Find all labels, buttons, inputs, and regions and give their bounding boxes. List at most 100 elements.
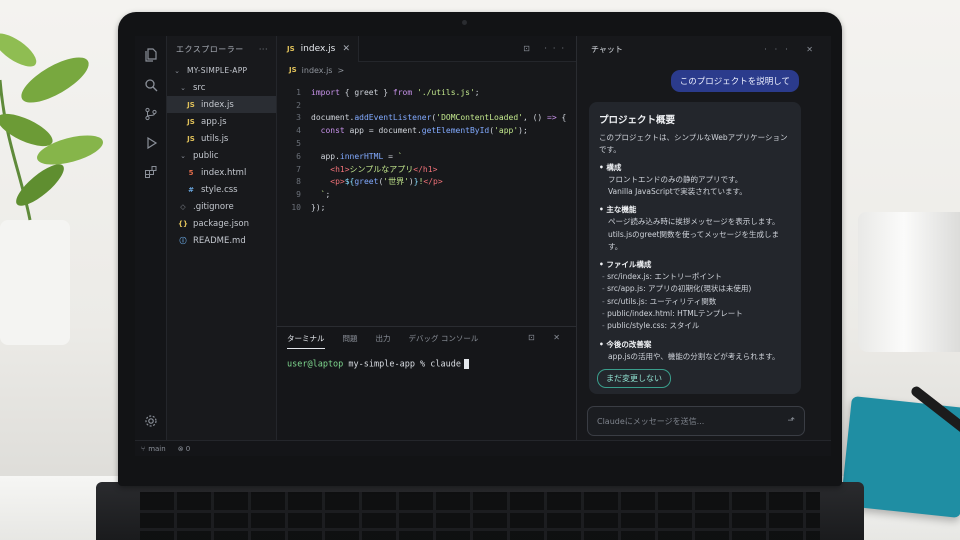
keyboard [140, 492, 820, 540]
section-title: 構成 [599, 162, 791, 174]
file-tree-label: utils.js [201, 133, 229, 144]
explorer-header: エクスプローラー ··· [167, 36, 276, 62]
section-body: フロントエンドのみの静的アプリです。 Vanilla JavaScriptで実装… [608, 175, 747, 197]
file-tree-label: src [193, 82, 206, 93]
file-tree-label: app.js [201, 116, 227, 127]
chat-header: チャット ··· ✕ [577, 36, 831, 62]
file-tree-item[interactable]: ⌄ src [167, 79, 276, 96]
response-heading: プロジェクト概要 [599, 115, 676, 126]
search-icon[interactable] [143, 78, 159, 94]
file-type-icon: JS [187, 117, 195, 126]
editor-actions-icon[interactable]: ⊡ ··· [523, 44, 570, 53]
coffee-mug [858, 212, 960, 352]
file-tree-label: package.json [193, 218, 249, 229]
file-tree-item[interactable]: JS index.js [167, 96, 276, 113]
section-title: ファイル構成 [599, 259, 791, 271]
panel-actions-icon[interactable]: ⊡ ✕ [528, 333, 568, 342]
file-tree-item[interactable]: JS app.js [167, 113, 276, 130]
file-type-icon: JS [187, 134, 195, 143]
file-tree-item[interactable]: JS utils.js [167, 130, 276, 147]
js-file-icon: JS [287, 44, 295, 53]
section-body: ページ読み込み時に挨拶メッセージを表示します。 utils.jsのgreet関数… [608, 217, 780, 251]
chat-input-placeholder: Claudeにメッセージを送信... [597, 416, 705, 426]
project-name: MY-SIMPLE-APP [187, 66, 248, 75]
explorer-panel: エクスプローラー ··· ⌄ MY-SIMPLE-APP ⌄ src JS index… [167, 36, 277, 440]
tab-debug-console[interactable]: デバッグ コンソール [409, 333, 479, 344]
assistant-response: プロジェクト概要 このプロジェクトは、シンプルなWebアプリケーションです。 構… [589, 102, 801, 394]
terminal-user: user@laptop [287, 359, 344, 370]
chat-actions-icon[interactable]: ··· ✕ [764, 45, 821, 54]
code-area[interactable]: 1 import { greet } from './utils.js'; 2 3… [277, 86, 576, 214]
section-body: app.jsの活用や、機能の分割などが考えられます。 [608, 351, 780, 361]
code-editor: JS index.js ✕ ⊡ ··· JS index.js > 1 impor… [277, 36, 576, 326]
file-tree-item[interactable]: ⌄ public [167, 147, 276, 164]
breadcrumb-separator-icon: > [337, 65, 345, 75]
tab-problems[interactable]: 問題 [343, 333, 358, 344]
terminal-command: my-simple-app % claude [343, 359, 461, 370]
js-file-icon: JS [289, 66, 297, 74]
file-type-icon: # [188, 185, 194, 194]
tab-terminal[interactable]: ターミナル [287, 333, 325, 349]
chevron-down-icon: ⌄ [180, 151, 186, 160]
file-tree-item[interactable]: {} package.json [167, 215, 276, 232]
tab-output[interactable]: 出力 [376, 333, 391, 344]
chevron-down-icon: ⌄ [180, 83, 186, 92]
file-tree-item[interactable]: ◇ .gitignore [167, 198, 276, 215]
extensions-icon[interactable] [143, 165, 159, 181]
project-folder[interactable]: ⌄ MY-SIMPLE-APP [167, 62, 276, 79]
editor-tab-bar: JS index.js ✕ ⊡ ··· [277, 36, 576, 62]
close-tab-icon[interactable]: ✕ [342, 44, 350, 54]
file-tree: ⌄ src JS index.js JS app.js JS utils.js ⌄ public 5… [167, 79, 276, 249]
user-message-bubble: このプロジェクトを説明して [670, 70, 799, 92]
response-section: ファイル構成src/index.js: エントリーポイントsrc/app.js:… [599, 259, 791, 332]
files-icon[interactable] [143, 48, 159, 64]
file-type-icon: ◇ [180, 202, 186, 211]
section-title: 主な機能 [599, 204, 791, 216]
run-debug-icon[interactable] [143, 136, 159, 152]
chat-panel: チャット ··· ✕ このプロジェクトを説明して プロジェクト概要 このプロジェ… [576, 36, 831, 440]
keep-unchanged-button[interactable]: まだ変更しない [597, 369, 671, 388]
file-tree-label: public [193, 150, 219, 161]
branch-name[interactable]: main [148, 445, 166, 453]
section-list-item: src/utils.js: ユーティリティ関数 [599, 296, 791, 308]
file-type-icon: JS [187, 100, 195, 109]
chevron-down-icon: ⌄ [174, 66, 180, 75]
response-section: 今後の改善案app.jsの活用や、機能の分割などが考えられます。 [599, 339, 791, 363]
response-section: 構成フロントエンドのみの静的アプリです。 Vanilla JavaScriptで… [599, 162, 791, 198]
explorer-title: エクスプローラー [176, 44, 244, 54]
problems-count[interactable]: ⊗ 0 [178, 445, 191, 453]
laptop-screen: エクスプローラー ··· ⌄ MY-SIMPLE-APP ⌄ src JS index… [135, 36, 831, 456]
settings-gear-icon[interactable] [143, 414, 159, 430]
section-list-item: src/app.js: アプリの初期化(現状は未使用) [599, 283, 791, 295]
source-control-icon[interactable] [143, 107, 159, 123]
file-type-icon: ⓘ [179, 236, 187, 245]
file-tree-item[interactable]: ⓘ README.md [167, 232, 276, 249]
file-tree-item[interactable]: # style.css [167, 181, 276, 198]
section-list-item: public/style.css: スタイル [599, 320, 791, 332]
terminal-prompt[interactable]: user@laptop my-simple-app % claude [287, 359, 469, 370]
file-tree-label: .gitignore [193, 201, 234, 212]
breadcrumb: JS index.js > [277, 62, 576, 78]
file-tree-label: style.css [201, 184, 238, 195]
section-title: 今後の改善案 [599, 339, 791, 351]
activity-bar [135, 36, 167, 440]
panel-tabs: ターミナル 問題 出力 デバッグ コンソール ⊡ ✕ [277, 327, 576, 349]
status-bar: ⑂ main ⊗ 0 [135, 440, 831, 456]
section-list-item: public/index.html: HTMLテンプレート [599, 308, 791, 320]
breadcrumb-file[interactable]: index.js [302, 66, 333, 75]
more-actions-icon[interactable]: ··· [259, 45, 268, 54]
response-sections: 構成フロントエンドのみの静的アプリです。 Vanilla JavaScriptで… [599, 162, 791, 363]
chat-input[interactable]: Claudeにメッセージを送信... ⬏ [587, 406, 805, 436]
file-tree-label: README.md [193, 235, 246, 246]
tab-index-js[interactable]: JS index.js ✕ [277, 36, 359, 62]
tab-label: index.js [300, 43, 336, 54]
terminal-cursor [464, 359, 469, 369]
response-section: 主な機能ページ読み込み時に挨拶メッセージを表示します。 utils.jsのgre… [599, 204, 791, 253]
potted-plant [0, 33, 103, 345]
send-icon[interactable]: ⬏ [787, 416, 795, 426]
file-type-icon: 5 [188, 168, 194, 177]
file-tree-item[interactable]: 5 index.html [167, 164, 276, 181]
webcam [462, 20, 467, 25]
file-type-icon: {} [178, 219, 188, 228]
branch-icon: ⑂ [141, 444, 146, 453]
